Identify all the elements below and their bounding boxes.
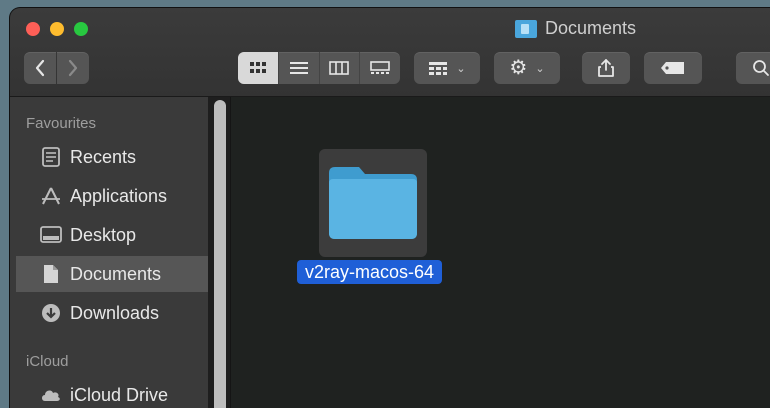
forward-button[interactable] xyxy=(57,52,89,84)
sidebar-item-icloud-drive[interactable]: iCloud Drive xyxy=(16,377,208,408)
view-mode-segmented-control xyxy=(238,52,400,84)
chevron-left-icon xyxy=(35,59,45,77)
share-button[interactable] xyxy=(582,52,630,84)
sidebar-section-icloud: iCloud xyxy=(26,353,69,370)
search-icon xyxy=(753,60,769,76)
gallery-view-button[interactable] xyxy=(360,52,400,84)
sidebar-item-label: Applications xyxy=(70,185,168,206)
chevron-right-icon xyxy=(68,59,78,77)
list-view-button[interactable] xyxy=(279,52,320,84)
icon-view-button[interactable] xyxy=(238,52,279,84)
icon-view-icon xyxy=(249,62,266,73)
finder-window: Documents ⌄ ⚙ ⌄ Favourites Recents Appli… xyxy=(10,8,770,408)
file-browser-pane: v2ray-macos-64 xyxy=(231,97,770,408)
sidebar: Favourites Recents Applications Desktop … xyxy=(10,97,208,408)
folder-icon xyxy=(329,167,417,239)
sidebar-item-recents[interactable]: Recents xyxy=(16,139,208,175)
sidebar-item-downloads[interactable]: Downloads xyxy=(16,295,208,331)
desktop-icon xyxy=(40,225,62,245)
action-menu-button[interactable]: ⚙ ⌄ xyxy=(494,52,560,84)
sidebar-item-applications[interactable]: Applications xyxy=(16,178,208,214)
tags-button[interactable] xyxy=(644,52,702,84)
title-bar: Documents ⌄ ⚙ ⌄ xyxy=(10,8,770,97)
sidebar-item-label: Downloads xyxy=(70,302,160,323)
window-title-text: Documents xyxy=(545,18,637,38)
tag-icon xyxy=(661,62,684,74)
folder-item-v2ray-macos-64[interactable] xyxy=(319,149,427,257)
zoom-button[interactable] xyxy=(74,22,88,36)
back-button[interactable] xyxy=(24,52,56,84)
minimize-button[interactable] xyxy=(50,22,64,36)
group-icon xyxy=(429,62,448,75)
documents-icon xyxy=(40,264,62,284)
recents-icon xyxy=(40,147,62,167)
group-by-button[interactable]: ⌄ xyxy=(414,52,480,84)
search-button[interactable] xyxy=(736,52,770,84)
sidebar-item-documents[interactable]: Documents xyxy=(16,256,208,292)
chevron-down-icon: ⌄ xyxy=(535,62,545,75)
gear-icon: ⚙ xyxy=(509,57,528,79)
list-view-icon xyxy=(289,62,308,74)
column-view-icon xyxy=(329,61,350,75)
sidebar-item-label: Recents xyxy=(70,146,137,167)
close-button[interactable] xyxy=(26,22,40,36)
applications-icon xyxy=(40,186,62,206)
chevron-down-icon: ⌄ xyxy=(456,62,466,75)
sidebar-item-label: Documents xyxy=(70,263,162,284)
folder-name-label[interactable]: v2ray-macos-64 xyxy=(297,260,443,284)
column-view-button[interactable] xyxy=(320,52,361,84)
sidebar-scrollbar[interactable] xyxy=(214,100,226,408)
gallery-view-icon xyxy=(370,61,390,74)
sidebar-item-desktop[interactable]: Desktop xyxy=(16,217,208,253)
window-title: Documents xyxy=(515,18,636,39)
downloads-icon xyxy=(40,303,62,323)
sidebar-item-label: Desktop xyxy=(70,224,137,245)
icloud-icon xyxy=(40,385,62,405)
share-icon xyxy=(598,59,614,77)
sidebar-section-favourites: Favourites xyxy=(26,115,97,132)
sidebar-item-label: iCloud Drive xyxy=(70,384,169,405)
documents-folder-icon xyxy=(515,19,537,38)
